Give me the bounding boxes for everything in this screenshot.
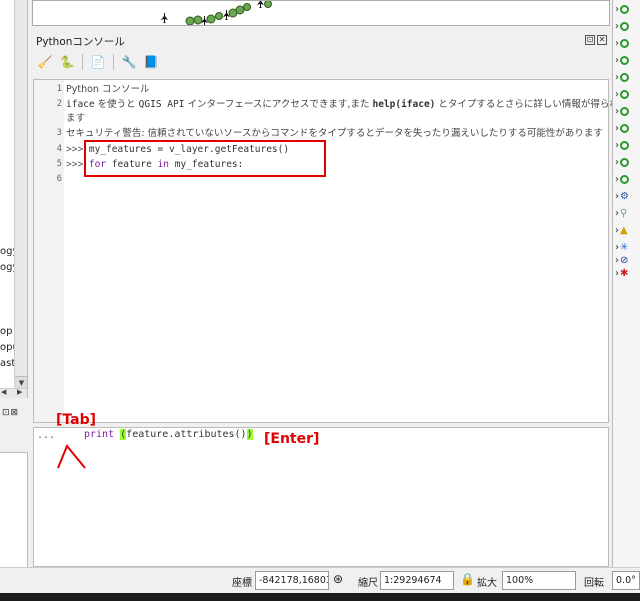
tree-item[interactable]: › — [615, 36, 629, 51]
processing-group-icon — [620, 22, 629, 31]
tab-annotation: [Tab] — [56, 412, 97, 428]
right-dock-panel: › › › › › › › › › › › › ⚙ › ⚲ › ▲ › ✳ › ⊘ › ✱ — [612, 0, 640, 567]
close-icon[interactable]: ✕ — [597, 35, 607, 45]
toolbar-separator — [82, 54, 83, 70]
line-number: 6 — [56, 174, 62, 184]
console-output[interactable]: 1 Python コンソール 2 iface を使うと QGIS API インタ… — [33, 79, 619, 423]
line-text: Python コンソール — [66, 84, 150, 95]
processing-group-icon — [620, 158, 629, 167]
left-dock-panel: ogy ogy op opu aste ▼ ◀ ▶ ⊡⊠ — [0, 0, 30, 567]
line-number: 2 — [56, 99, 62, 109]
line-text: ます — [66, 113, 86, 124]
clear-console-icon[interactable]: 🧹 — [36, 53, 54, 71]
tree-item[interactable]: › — [615, 172, 629, 187]
coordinate-label: 座標 — [232, 578, 252, 589]
tree-item[interactable]: › — [615, 155, 629, 170]
settings-icon[interactable]: 🔧 — [120, 53, 138, 71]
processing-group-icon — [620, 90, 629, 99]
scroll-down-icon[interactable]: ▼ — [15, 376, 27, 388]
console-toolbar: 🧹 🐍 📄 🔧 📘 — [36, 52, 160, 72]
coordinate-field[interactable]: -842178,1680360 — [255, 571, 329, 590]
tree-item[interactable]: › — [615, 104, 629, 119]
horizontal-scrollbar[interactable]: ◀ ▶ — [0, 388, 27, 398]
map-point — [243, 3, 251, 11]
line-text: セキュリティ警告: 信頼されていないソースからコマンドをタイプするとデータを失っ… — [66, 128, 603, 139]
float-icon[interactable]: ⊡ — [585, 35, 595, 45]
enter-annotation: [Enter] — [264, 431, 320, 447]
saga-icon: ▲ — [620, 225, 628, 236]
processing-group-icon — [620, 141, 629, 150]
tree-item[interactable]: › ▲ — [615, 223, 628, 238]
tree-item[interactable]: › — [615, 53, 629, 68]
layers-panel-fragment: ogy ogy op opu aste ▼ ◀ ▶ — [0, 0, 28, 398]
map-point — [235, 5, 245, 15]
map-point — [185, 16, 195, 25]
processing-group-icon — [620, 5, 629, 14]
output-line: 1 Python コンソール — [34, 82, 610, 97]
gdal-icon: ⚙ — [620, 191, 629, 202]
toolbar-separator — [113, 54, 114, 70]
tree-item[interactable]: › — [615, 2, 629, 17]
taskbar-edge — [0, 593, 640, 601]
output-line: 2 iface を使うと QGIS API インターフェースにアクセスできます,… — [34, 97, 619, 112]
line-number: 5 — [56, 159, 62, 169]
dock-float-close-buttons[interactable]: ⊡⊠ — [2, 408, 19, 418]
output-line: 3 セキュリティ警告: 信頼されていないソースからコマンドをタイプするとデータを… — [34, 126, 610, 141]
airport-icon — [161, 13, 168, 23]
highlight-box — [84, 140, 326, 177]
magnifier-label: 拡大 — [477, 578, 497, 589]
grass-icon: ⚲ — [620, 208, 628, 219]
console-input[interactable]: ... print (feature.attributes()) — [33, 427, 609, 567]
status-bar: 座標 -842178,1680360 ⊛ 縮尺 1:29294674 🔒 拡大 … — [0, 567, 640, 593]
map-point — [215, 12, 223, 20]
vertical-scrollbar[interactable]: ▼ — [14, 0, 27, 388]
output-line: ます — [34, 111, 610, 126]
map-features — [161, 1, 272, 25]
line-number: 3 — [56, 128, 62, 138]
processing-group-icon — [620, 39, 629, 48]
rotation-label: 回転 — [584, 578, 604, 589]
airport-icon — [257, 1, 264, 8]
magnifier-field[interactable]: 100% — [502, 571, 576, 590]
scroll-right-icon[interactable]: ▶ — [17, 388, 22, 396]
map-point — [193, 15, 203, 25]
map-canvas[interactable] — [32, 0, 610, 26]
tree-item[interactable]: › ⚲ — [615, 206, 627, 221]
browser-panel-fragment — [0, 452, 28, 567]
rotation-field[interactable]: 0.0° — [612, 571, 640, 590]
lock-icon[interactable]: 🔒 — [460, 572, 475, 586]
coordinate-toggle-icon[interactable]: ⊛ — [333, 572, 343, 586]
processing-group-icon — [620, 124, 629, 133]
continuation-prompt: ... — [37, 430, 56, 441]
tree-item[interactable]: › ✱ — [615, 266, 628, 281]
processing-group-icon — [620, 56, 629, 65]
help-icon[interactable]: 📘 — [142, 53, 160, 71]
input-code[interactable]: print (feature.attributes()) — [84, 429, 253, 440]
tab-indent-mark — [57, 444, 86, 469]
line-number: 4 — [56, 144, 62, 154]
processing-group-icon — [620, 107, 629, 116]
processing-group-icon — [620, 175, 629, 184]
tree-item[interactable]: › ⚙ — [615, 189, 629, 204]
tree-item[interactable]: › — [615, 19, 629, 34]
line-number: 1 — [56, 84, 62, 94]
tree-item[interactable]: › — [615, 138, 629, 153]
tree-item[interactable]: › — [615, 70, 629, 85]
scale-label: 縮尺 — [358, 578, 378, 589]
layer-label-fragment[interactable]: op — [0, 326, 12, 337]
python-console-title: Pythonコンソール — [36, 36, 125, 48]
scale-field[interactable]: 1:29294674 — [380, 571, 454, 590]
line-text: iface を使うと QGIS API インターフェースにアクセスできます,また… — [66, 99, 619, 110]
map-point — [206, 14, 216, 24]
map-point — [264, 1, 272, 8]
processing-group-icon — [620, 73, 629, 82]
tree-item[interactable]: › — [615, 87, 629, 102]
show-editor-icon[interactable]: 📄 — [89, 53, 107, 71]
scroll-left-icon[interactable]: ◀ — [1, 388, 6, 396]
run-command-icon[interactable]: 🐍 — [58, 53, 76, 71]
tree-item[interactable]: › — [615, 121, 629, 136]
tool-icon: ✱ — [620, 268, 629, 279]
